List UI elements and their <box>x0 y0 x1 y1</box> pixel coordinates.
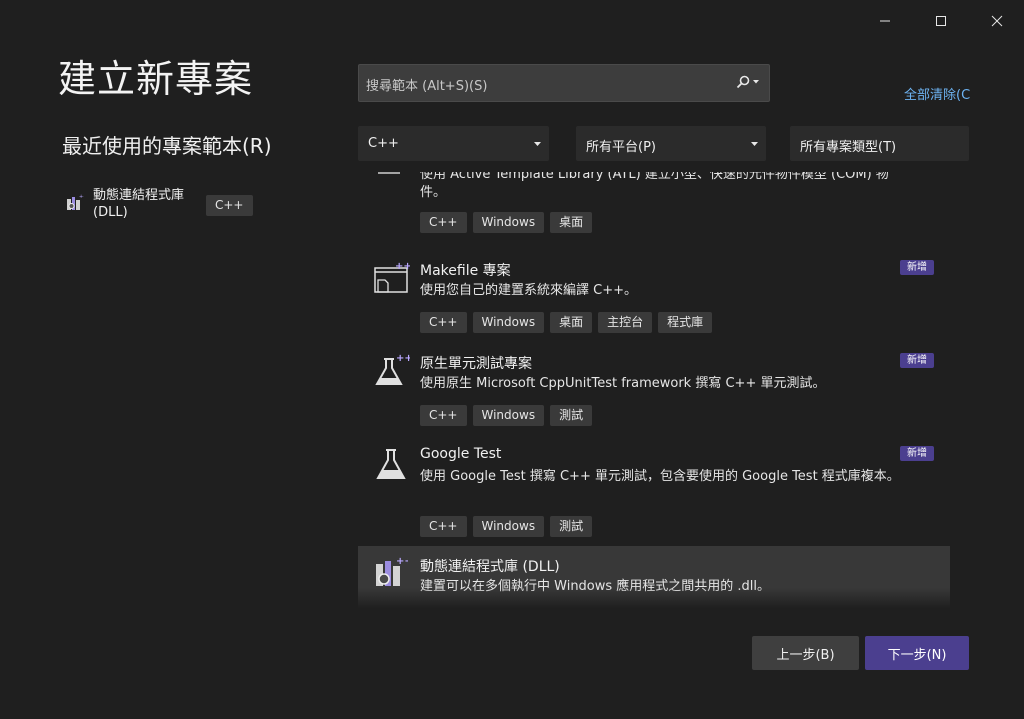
minimize-button[interactable] <box>862 6 908 36</box>
recent-template-tag: C++ <box>206 195 253 216</box>
platform-filter-value: 所有平台(P) <box>586 140 656 155</box>
makefile-icon: ++ <box>374 261 412 300</box>
template-description: 使用 Google Test 撰寫 C++ 單元測試，包含要使用的 Google… <box>420 469 900 484</box>
template-tag: C++ <box>420 405 467 426</box>
template-tag: 桌面 <box>550 312 593 333</box>
search-icon[interactable] <box>736 75 759 89</box>
clear-all-link[interactable]: 全部清除(C <box>904 84 970 103</box>
language-filter-dropdown[interactable]: C++ <box>358 126 549 161</box>
template-search-box[interactable]: 搜尋範本 (Alt+S)(S) <box>358 64 770 102</box>
platform-filter-dropdown[interactable]: 所有平台(P) <box>576 126 766 161</box>
template-item[interactable]: 使用 Active Template Library (ATL) 建立小型、快速… <box>358 172 950 240</box>
template-name: Google Test <box>420 446 502 462</box>
svg-text:++: ++ <box>79 194 84 200</box>
template-tag: 測試 <box>550 405 593 426</box>
template-name: Makefile 專案 <box>420 263 511 279</box>
template-item[interactable]: ++ 原生單元測試專案 使用原生 Microsoft CppUnitTest f… <box>358 353 950 433</box>
template-item[interactable]: ++ Makefile 專案 使用您自己的建置系統來編譯 C++。 新增 C++… <box>358 260 950 340</box>
dll-icon: ++ <box>66 194 87 216</box>
template-description: 建置可以在多個執行中 Windows 應用程式之間共用的 .dll。 <box>420 579 771 594</box>
recent-template-item[interactable]: ++ 動態連結程式庫 (DLL) C++ <box>62 186 302 226</box>
template-tag: 桌面 <box>550 212 593 233</box>
template-tag: C++ <box>420 312 467 333</box>
atl-icon <box>374 172 404 183</box>
next-button[interactable]: 下一步(N) <box>865 636 969 670</box>
template-tag: C++ <box>420 516 467 537</box>
flask-plus-icon: ++ <box>374 353 413 393</box>
template-item[interactable]: Google Test 使用 Google Test 撰寫 C++ 單元測試，包… <box>358 446 950 538</box>
template-name: 原生單元測試專案 <box>420 356 532 372</box>
template-item-selected[interactable]: ++ 動態連結程式庫 (DLL) 建置可以在多個執行中 Windows 應用程式… <box>358 546 950 612</box>
back-button[interactable]: 上一步(B) <box>752 636 859 670</box>
search-input[interactable]: 搜尋範本 (Alt+S)(S) <box>366 75 487 94</box>
svg-text:++: ++ <box>395 262 410 272</box>
new-badge: 新增 <box>900 260 934 275</box>
template-description: 使用原生 Microsoft CppUnitTest framework 撰寫 … <box>420 376 826 391</box>
flask-icon <box>374 446 410 486</box>
project-type-filter-value: 所有專案類型(T) <box>800 140 897 155</box>
recent-template-name: 動態連結程式庫 (DLL) <box>93 188 185 220</box>
template-tag: 測試 <box>550 516 593 537</box>
template-tag: Windows <box>472 312 545 333</box>
template-list[interactable]: 使用 Active Template Library (ATL) 建立小型、快速… <box>358 172 950 612</box>
svg-text:++: ++ <box>396 556 408 567</box>
template-name: 動態連結程式庫 (DLL) <box>420 559 560 575</box>
new-badge: 新增 <box>900 353 934 368</box>
template-description: 使用 Active Template Library (ATL) 建立小型、快速… <box>420 172 889 200</box>
dll-icon: ++ <box>374 556 413 594</box>
template-tag: C++ <box>420 212 467 233</box>
template-tag: 程式庫 <box>658 312 713 333</box>
template-tag: Windows <box>472 516 545 537</box>
template-tags: C++ Windows 桌面 <box>420 212 598 233</box>
page-title: 建立新專案 <box>58 57 254 101</box>
svg-text:++: ++ <box>396 353 410 364</box>
template-tag: 主控台 <box>598 312 653 333</box>
template-tag: Windows <box>472 405 545 426</box>
chevron-down-icon <box>534 142 541 146</box>
template-tags: C++ Windows 測試 <box>420 405 598 426</box>
maximize-icon <box>936 16 946 26</box>
template-description: 使用您自己的建置系統來編譯 C++。 <box>420 283 637 298</box>
minimize-icon <box>880 20 890 22</box>
new-badge: 新增 <box>900 446 934 461</box>
template-tag: Windows <box>472 212 545 233</box>
template-tags: C++ Windows 桌面 主控台 程式庫 <box>420 312 718 333</box>
recent-templates-title: 最近使用的專案範本(R) <box>62 134 272 158</box>
close-icon <box>991 15 1003 27</box>
chevron-down-icon <box>753 80 759 84</box>
chevron-down-icon <box>751 142 758 146</box>
template-tags: C++ Windows 測試 <box>420 516 598 537</box>
project-type-filter-dropdown[interactable]: 所有專案類型(T) <box>790 126 969 161</box>
language-filter-value: C++ <box>368 136 399 151</box>
close-button[interactable] <box>974 6 1020 36</box>
maximize-button[interactable] <box>918 6 964 36</box>
